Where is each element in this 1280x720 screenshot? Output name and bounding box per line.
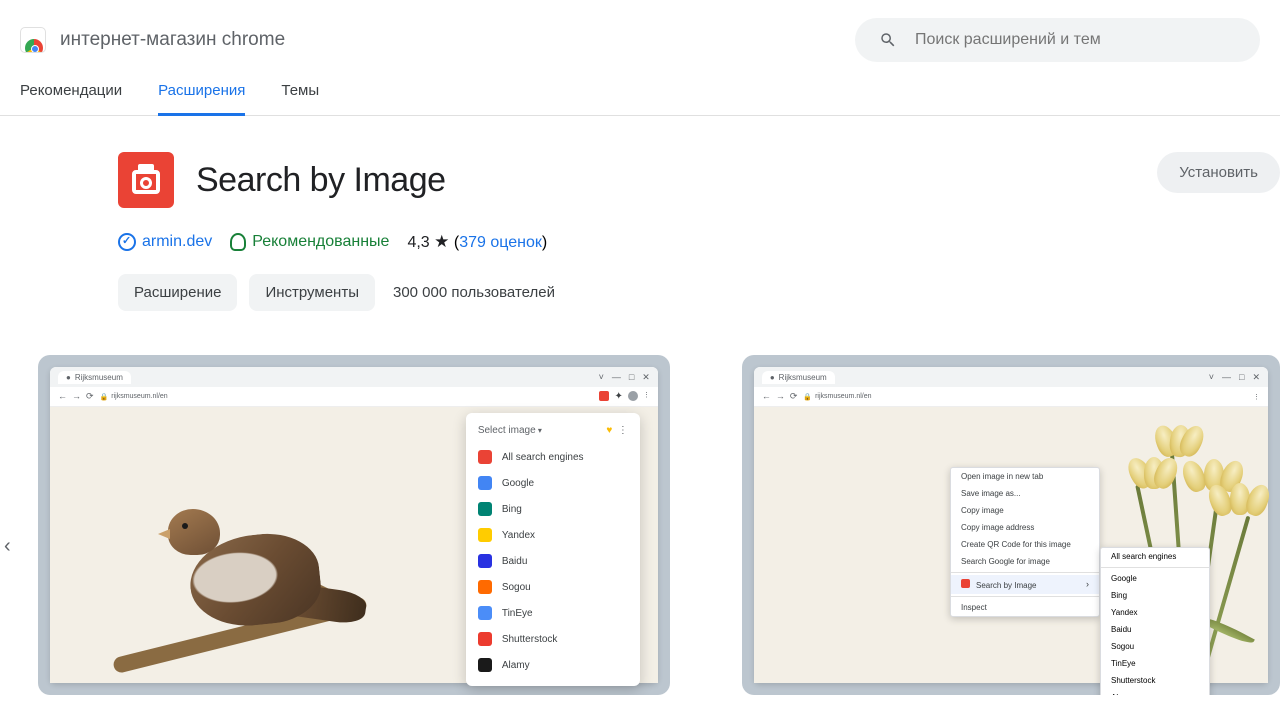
install-button[interactable]: Установить <box>1157 152 1280 193</box>
developer-name: armin.dev <box>142 233 212 251</box>
context-menu: Open image in new tabSave image as...Cop… <box>950 467 1100 617</box>
verified-badge-icon <box>118 233 136 251</box>
context-submenu: All search enginesGoogleBingYandexBaiduS… <box>1100 547 1210 695</box>
browser-window: ●Rijksmuseum ˅—□✕ ←→⟳ 🔒rijksmuseum.nl/en… <box>50 367 658 683</box>
developer-link[interactable]: armin.dev <box>118 233 212 251</box>
tab-recommendations[interactable]: Рекомендации <box>20 72 122 115</box>
star-icon: ★ <box>434 232 449 251</box>
screenshot-1[interactable]: ●Rijksmuseum ˅—□✕ ←→⟳ 🔒rijksmuseum.nl/en… <box>38 355 670 695</box>
chips-row: Расширение Инструменты 300 000 пользоват… <box>118 274 1280 311</box>
tab-themes[interactable]: Темы <box>281 72 319 115</box>
ribbon-icon <box>230 233 246 251</box>
store-title: интернет-магазин chrome <box>60 29 285 51</box>
store-header: интернет-магазин chrome <box>0 0 1280 72</box>
engine-popup: Select image♥ ⋮ All search enginesGoogle… <box>466 413 640 686</box>
bird-illustration <box>110 465 370 675</box>
extension-header: Search by Image <box>118 152 1280 208</box>
rating: 4,3 ★ (379 оценок) <box>407 232 547 252</box>
rating-value: 4,3 <box>407 234 429 251</box>
screenshot-carousel: ‹ ●Rijksmuseum ˅—□✕ ←→⟳ 🔒rijksmuseum.nl/… <box>38 355 1280 695</box>
content: Установить Search by Image armin.dev Рек… <box>0 116 1280 695</box>
tabs-row: Рекомендации Расширения Темы <box>0 72 1280 116</box>
recommended-label: Рекомендованные <box>252 233 389 251</box>
store-brand[interactable]: интернет-магазин chrome <box>20 27 285 53</box>
search-icon <box>879 30 897 50</box>
search-input[interactable] <box>915 31 1236 49</box>
tab-extensions[interactable]: Расширения <box>158 72 245 116</box>
chip-category[interactable]: Инструменты <box>249 274 375 311</box>
carousel-prev-button[interactable]: ‹ <box>4 535 11 558</box>
reviews-link[interactable]: 379 оценок <box>459 234 542 251</box>
camera-icon <box>118 152 174 208</box>
search-box[interactable] <box>855 18 1260 62</box>
users-count: 300 000 пользователей <box>393 284 555 301</box>
screenshot-2[interactable]: ●Rijksmuseum ˅—□✕ ←→⟳ 🔒rijksmuseum.nl/en… <box>742 355 1280 695</box>
browser-window: ●Rijksmuseum ˅—□✕ ←→⟳ 🔒rijksmuseum.nl/en… <box>754 367 1268 683</box>
meta-row: armin.dev Рекомендованные 4,3 ★ (379 оце… <box>118 232 1280 252</box>
chip-extension[interactable]: Расширение <box>118 274 237 311</box>
extension-title: Search by Image <box>196 161 446 200</box>
chrome-logo-icon <box>20 27 46 53</box>
recommended-badge: Рекомендованные <box>230 233 389 251</box>
